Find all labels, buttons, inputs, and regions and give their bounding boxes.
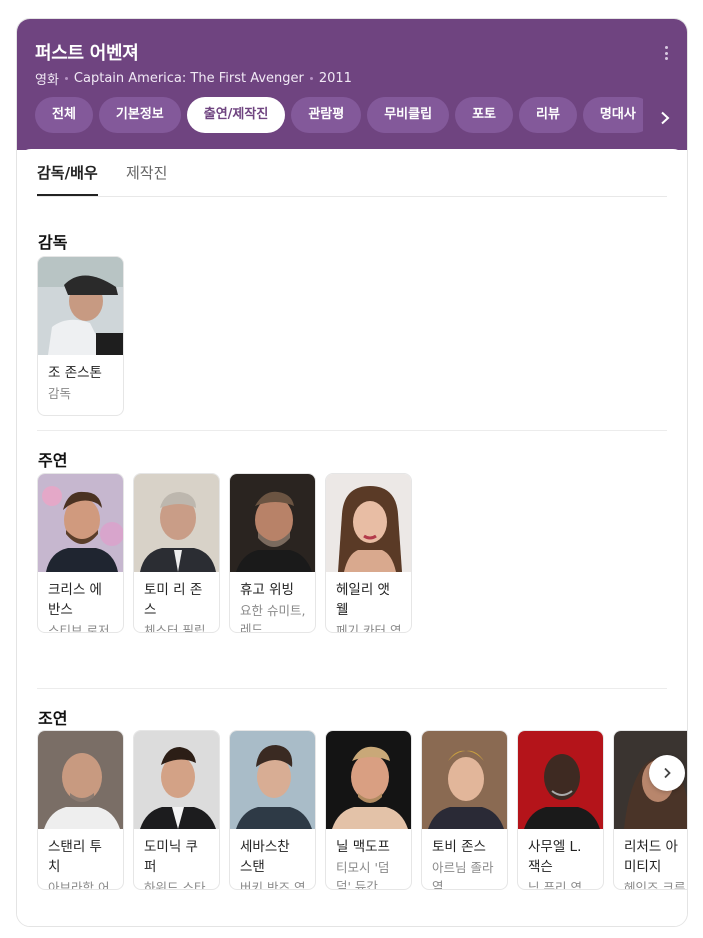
person-name: 사무엘 L. 잭슨 xyxy=(528,839,582,875)
person-role: 하워드 스타크 역 xyxy=(144,880,206,890)
tab-photos[interactable]: 포토 xyxy=(455,97,513,133)
section-title-lead: 주연 xyxy=(38,451,68,470)
person-card[interactable]: 세바스찬 스탠 버키 반즈 역 xyxy=(229,730,316,890)
person-name: 토비 존스 xyxy=(432,839,486,855)
person-photo xyxy=(230,731,315,829)
subtab-crew[interactable]: 제작진 xyxy=(126,163,167,196)
movie-meta: 영화 Captain America: The First Avenger 20… xyxy=(35,69,352,88)
chevron-right-icon xyxy=(661,111,670,125)
person-role: 티모시 '덤덤' 듀간... xyxy=(336,860,390,890)
tab-reviews[interactable]: 리뷰 xyxy=(518,97,577,133)
person-role: 헤인즈 크루거 역 xyxy=(624,880,686,890)
chevron-right-icon xyxy=(664,767,671,779)
section-divider xyxy=(37,688,667,689)
person-name: 닐 맥도프 xyxy=(336,839,390,855)
person-photo xyxy=(38,731,123,829)
person-role: 스티브 로저스, 캡... xyxy=(48,623,110,633)
subtab-director-actor[interactable]: 감독/배우 xyxy=(37,163,98,196)
tab-basic-info[interactable]: 기본정보 xyxy=(98,97,181,133)
person-photo xyxy=(38,474,123,572)
movie-header: 퍼스트 어벤져 영화 Captain America: The First Av… xyxy=(17,19,687,150)
person-card[interactable]: 닐 맥도프 티모시 '덤덤' 듀간... xyxy=(325,730,412,890)
person-card[interactable]: 토비 존스 아르님 졸라 역 xyxy=(421,730,508,890)
person-card[interactable]: 스탠리 투치 아브라함 어스킨 역 xyxy=(37,730,124,890)
person-photo xyxy=(230,474,315,572)
person-name: 토미 리 존스 xyxy=(144,582,203,618)
person-photo xyxy=(518,731,603,829)
person-photo xyxy=(422,731,507,829)
meta-original-title: Captain America: The First Avenger xyxy=(73,71,304,86)
person-name: 휴고 위빙 xyxy=(240,582,294,598)
cast-subtabs: 감독/배우 제작진 xyxy=(37,163,667,197)
person-photo xyxy=(134,474,219,572)
person-name: 도미닉 쿠퍼 xyxy=(144,839,198,875)
person-name: 조 존스톤 xyxy=(48,365,102,381)
person-photo xyxy=(38,257,123,355)
person-photo xyxy=(134,731,219,829)
lead-row: 크리스 에반스 스티브 로저스, 캡... 토미 리 존스 체스터 필립스 역 xyxy=(37,473,412,633)
person-card[interactable]: 크리스 에반스 스티브 로저스, 캡... xyxy=(37,473,124,633)
person-card[interactable]: 휴고 위빙 요한 슈미트, 레드... xyxy=(229,473,316,633)
meta-type: 영화 xyxy=(35,73,59,88)
person-card[interactable]: 사무엘 L. 잭슨 닉 퓨리 역 xyxy=(517,730,604,890)
supporting-row: 스탠리 투치 아브라함 어스킨 역 도미닉 쿠퍼 하워드 스타크 역 xyxy=(37,730,687,890)
person-name: 세바스찬 스탠 xyxy=(240,839,290,875)
main-tabs: 전체 기본정보 출연/제작진 관람평 무비클립 포토 리뷰 명대사 xyxy=(35,97,653,133)
section-divider xyxy=(37,430,667,431)
person-role: 체스터 필립스 역 xyxy=(144,623,206,633)
person-role: 닉 퓨리 역 xyxy=(528,880,582,890)
more-vertical-icon[interactable] xyxy=(659,43,673,63)
person-name: 헤일리 앳웰 xyxy=(336,582,390,618)
person-card[interactable]: 조 존스톤 감독 xyxy=(37,256,124,416)
person-role: 아르님 졸라 역 xyxy=(432,860,494,890)
tab-cast-crew[interactable]: 출연/제작진 xyxy=(186,97,286,133)
person-role: 페기 카터 역 xyxy=(336,623,402,633)
section-title-supporting: 조연 xyxy=(38,709,68,728)
tab-all[interactable]: 전체 xyxy=(35,97,93,133)
director-row: 조 존스톤 감독 xyxy=(37,256,124,416)
movie-info-card: 퍼스트 어벤져 영화 Captain America: The First Av… xyxy=(16,18,688,927)
person-name: 리처드 아미티지 xyxy=(624,839,678,875)
person-name: 스탠리 투치 xyxy=(48,839,102,875)
tabs-next-button[interactable] xyxy=(643,97,687,139)
person-card[interactable]: 헤일리 앳웰 페기 카터 역 xyxy=(325,473,412,633)
person-role: 아브라함 어스킨 역 xyxy=(48,880,110,890)
person-role: 감독 xyxy=(48,386,72,401)
person-card[interactable]: 리처드 아미티지 헤인즈 크루거 역 xyxy=(613,730,687,890)
person-role: 요한 슈미트, 레드... xyxy=(240,603,306,633)
meta-separator xyxy=(64,77,68,80)
meta-separator xyxy=(309,77,313,80)
person-photo xyxy=(326,474,411,572)
carousel-next-button[interactable] xyxy=(649,755,685,791)
person-photo xyxy=(326,731,411,829)
person-card[interactable]: 토미 리 존스 체스터 필립스 역 xyxy=(133,473,220,633)
meta-year: 2011 xyxy=(318,71,352,86)
person-role: 버키 반즈 역 xyxy=(240,880,306,890)
person-name: 크리스 에반스 xyxy=(48,582,102,618)
tab-movie-clips[interactable]: 무비클립 xyxy=(367,97,450,133)
movie-title: 퍼스트 어벤져 xyxy=(35,43,139,64)
cast-panel: 감독/배우 제작진 감독 조 존스톤 감독 주연 크리스 에반스 스티브 로저 … xyxy=(17,149,687,926)
tab-reviews-audience[interactable]: 관람평 xyxy=(291,97,362,133)
person-card[interactable]: 도미닉 쿠퍼 하워드 스타크 역 xyxy=(133,730,220,890)
section-title-director: 감독 xyxy=(38,233,68,252)
